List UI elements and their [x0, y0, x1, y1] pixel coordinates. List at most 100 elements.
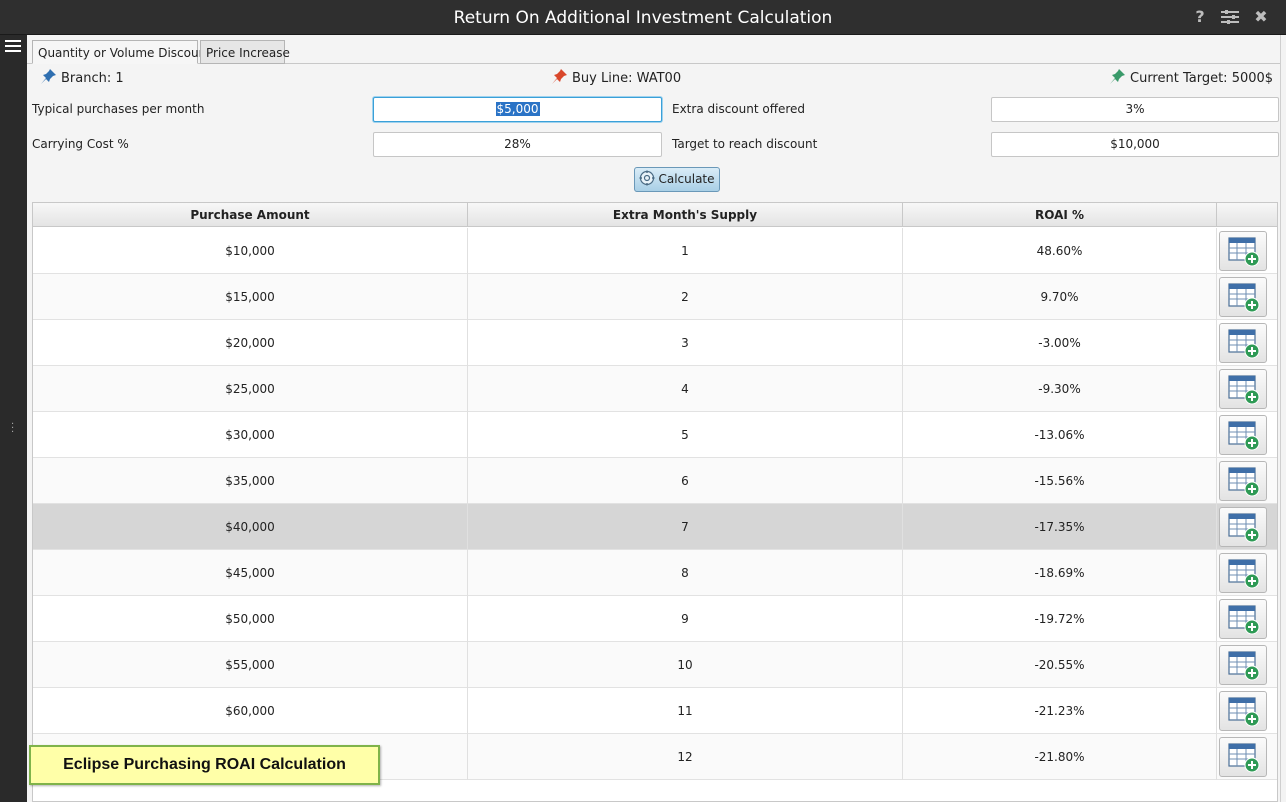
add-to-table-button[interactable] [1219, 461, 1267, 501]
table-row[interactable]: $10,000 1 48.60% [33, 228, 1277, 274]
cell-extra-months: 12 [468, 734, 903, 780]
add-to-table-button[interactable] [1219, 415, 1267, 455]
cell-purchase-amount: $50,000 [33, 596, 468, 642]
header-purchase-amount[interactable]: Purchase Amount [33, 203, 468, 227]
table-row[interactable]: $45,000 8 -18.69% [33, 550, 1277, 596]
calculate-button[interactable]: Calculate [634, 167, 720, 192]
table-header: Purchase Amount Extra Month's Supply ROA… [33, 203, 1277, 227]
calculator-icon [639, 170, 655, 186]
extra-discount-input[interactable]: 3% [991, 97, 1279, 122]
cell-purchase-amount: $40,000 [33, 504, 468, 550]
cell-purchase-amount: $25,000 [33, 366, 468, 412]
cell-extra-months: 10 [468, 642, 903, 688]
header-roai[interactable]: ROAI % [903, 203, 1217, 227]
cell-extra-months: 1 [468, 228, 903, 274]
cell-purchase-amount: $35,000 [33, 458, 468, 504]
cell-purchase-amount: $15,000 [33, 274, 468, 320]
cell-roai: 48.60% [903, 228, 1217, 274]
tab-quantity-discount[interactable]: Quantity or Volume Discount [32, 40, 211, 64]
cell-extra-months: 3 [468, 320, 903, 366]
header-actions [1217, 203, 1277, 227]
cell-extra-months: 8 [468, 550, 903, 596]
table-add-icon [1228, 329, 1260, 359]
table-row[interactable]: $60,000 11 -21.23% [33, 688, 1277, 734]
table-row[interactable]: $55,000 10 -20.55% [33, 642, 1277, 688]
add-to-table-button[interactable] [1219, 737, 1267, 777]
cell-extra-months: 6 [468, 458, 903, 504]
side-strip: · · · [0, 35, 27, 802]
table-row[interactable]: $15,000 2 9.70% [33, 274, 1277, 320]
tab-price-increase[interactable]: Price Increase [200, 40, 290, 64]
table-row[interactable]: $20,000 3 -3.00% [33, 320, 1277, 366]
pin-icon [552, 69, 567, 84]
caption-callout: Eclipse Purchasing ROAI Calculation [29, 745, 380, 785]
add-to-table-button[interactable] [1219, 231, 1267, 271]
cell-roai: -21.80% [903, 734, 1217, 780]
cell-extra-months: 11 [468, 688, 903, 734]
cell-purchase-amount: $30,000 [33, 412, 468, 458]
cell-roai: -3.00% [903, 320, 1217, 366]
current-target-info: Current Target: 5000$ [1110, 68, 1273, 86]
table-add-icon [1228, 605, 1260, 635]
buy-line-label: Buy Line: WAT00 [572, 71, 682, 86]
cell-purchase-amount: $45,000 [33, 550, 468, 596]
cell-purchase-amount: $20,000 [33, 320, 468, 366]
hamburger-menu-icon[interactable] [5, 40, 21, 54]
cell-purchase-amount: $60,000 [33, 688, 468, 734]
table-row[interactable]: $50,000 9 -19.72% [33, 596, 1277, 642]
target-discount-input[interactable]: $10,000 [991, 132, 1279, 157]
window-title: Return On Additional Investment Calculat… [453, 8, 833, 28]
table-add-icon [1228, 513, 1260, 543]
add-to-table-button[interactable] [1219, 507, 1267, 547]
cell-roai: 9.70% [903, 274, 1217, 320]
extra-discount-label: Extra discount offered [672, 102, 806, 116]
add-to-table-button[interactable] [1219, 645, 1267, 685]
settings-sliders-icon[interactable] [1219, 9, 1241, 28]
pin-icon [41, 69, 56, 84]
table-add-icon [1228, 697, 1260, 727]
cell-extra-months: 5 [468, 412, 903, 458]
cell-extra-months: 7 [468, 504, 903, 550]
table-add-icon [1228, 421, 1260, 451]
results-table: Purchase Amount Extra Month's Supply ROA… [32, 202, 1278, 802]
table-add-icon [1228, 467, 1260, 497]
branch-info: Branch: 1 [41, 68, 124, 86]
header-extra-months[interactable]: Extra Month's Supply [468, 203, 903, 227]
table-add-icon [1228, 651, 1260, 681]
table-row[interactable]: $30,000 5 -13.06% [33, 412, 1277, 458]
right-edge-panel [1280, 35, 1286, 802]
cell-roai: -17.35% [903, 504, 1217, 550]
table-add-icon [1228, 283, 1260, 313]
cell-purchase-amount: $10,000 [33, 228, 468, 274]
cell-extra-months: 9 [468, 596, 903, 642]
cell-purchase-amount: $55,000 [33, 642, 468, 688]
calculate-label: Calculate [658, 172, 715, 186]
current-target-label: Current Target: 5000$ [1130, 71, 1274, 86]
cell-roai: -19.72% [903, 596, 1217, 642]
table-row[interactable]: $25,000 4 -9.30% [33, 366, 1277, 412]
table-add-icon [1228, 743, 1260, 773]
table-row[interactable]: $40,000 7 -17.35% [33, 504, 1277, 550]
pin-icon [1110, 69, 1125, 84]
close-button[interactable]: ✖ [1250, 7, 1272, 26]
typical-purchases-input[interactable]: $5,000 [373, 97, 662, 122]
add-to-table-button[interactable] [1219, 277, 1267, 317]
cell-roai: -18.69% [903, 550, 1217, 596]
add-to-table-button[interactable] [1219, 691, 1267, 731]
cell-roai: -20.55% [903, 642, 1217, 688]
cell-roai: -13.06% [903, 412, 1217, 458]
main-content: Quantity or Volume Discount Price Increa… [27, 35, 1280, 802]
help-button[interactable]: ? [1189, 7, 1211, 26]
window-title-bar: Return On Additional Investment Calculat… [0, 0, 1286, 35]
typical-purchases-value: $5,000 [495, 102, 540, 116]
branch-label: Branch: 1 [61, 71, 124, 86]
cell-roai: -15.56% [903, 458, 1217, 504]
add-to-table-button[interactable] [1219, 323, 1267, 363]
table-row[interactable]: $35,000 6 -15.56% [33, 458, 1277, 504]
add-to-table-button[interactable] [1219, 553, 1267, 593]
add-to-table-button[interactable] [1219, 599, 1267, 639]
drag-handle-icon[interactable]: · · · [11, 420, 14, 438]
carrying-cost-input[interactable]: 28% [373, 132, 662, 157]
table-add-icon [1228, 237, 1260, 267]
add-to-table-button[interactable] [1219, 369, 1267, 409]
